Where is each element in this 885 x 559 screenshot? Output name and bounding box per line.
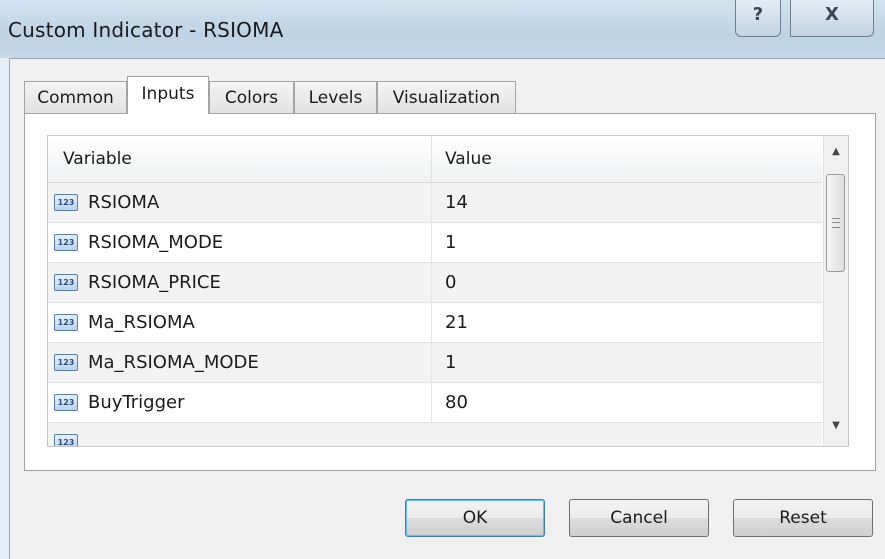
dialog-body: Common Inputs Colors Levels Visualizatio… xyxy=(9,58,885,559)
variable-name: Ma_RSIOMA xyxy=(88,312,195,333)
variable-name: RSIOMA_PRICE xyxy=(88,272,221,293)
close-button[interactable]: X xyxy=(790,0,874,37)
reset-button[interactable]: Reset xyxy=(733,499,873,537)
ok-button[interactable]: OK xyxy=(405,499,545,537)
input-row[interactable]: 123 RSIOMA_PRICE 0 xyxy=(48,263,822,303)
tab-label: Inputs xyxy=(141,84,195,104)
integer-type-icon: 123 xyxy=(54,234,78,251)
tab-label: Visualization xyxy=(392,88,501,108)
tab-colors[interactable]: Colors xyxy=(209,81,294,113)
column-divider[interactable] xyxy=(431,136,432,182)
tab-label: Levels xyxy=(308,88,363,108)
grip-icon xyxy=(832,218,840,228)
input-row[interactable]: 123 BuyTrigger 80 xyxy=(48,383,822,423)
input-row[interactable]: 123 Ma_RSIOMA_MODE 1 xyxy=(48,343,822,383)
cell-divider xyxy=(431,223,432,262)
column-header-variable[interactable]: Variable xyxy=(63,136,132,182)
scroll-down-icon[interactable]: ▼ xyxy=(824,414,848,438)
integer-type-icon: 123 xyxy=(54,354,78,371)
cell-divider xyxy=(431,383,432,422)
integer-type-icon: 123 xyxy=(54,394,78,411)
variable-name: BuyTrigger xyxy=(88,392,185,413)
window-title: Custom Indicator - RSIOMA xyxy=(8,18,284,42)
scroll-up-icon[interactable]: ▲ xyxy=(824,140,848,164)
help-icon: ? xyxy=(752,4,764,25)
vertical-scrollbar[interactable]: ▲ ▼ xyxy=(823,136,848,446)
variable-value[interactable]: 1 xyxy=(445,223,456,262)
variable-value[interactable]: 14 xyxy=(445,183,468,222)
variable-value[interactable]: 80 xyxy=(445,383,468,422)
cancel-button[interactable]: Cancel xyxy=(569,499,709,537)
list-header: Variable Value xyxy=(48,136,822,183)
help-button[interactable]: ? xyxy=(735,0,781,37)
input-row-partial[interactable]: 123 xyxy=(48,423,822,446)
integer-type-icon: 123 xyxy=(54,194,78,211)
inputs-list[interactable]: Variable Value 123 RSIOMA 14 123 RSIOMA_MODE… xyxy=(47,135,849,447)
cell-divider xyxy=(431,263,432,302)
input-row[interactable]: 123 Ma_RSIOMA 21 xyxy=(48,303,822,343)
inputs-tab-panel: Variable Value 123 RSIOMA 14 123 RSIOMA_MODE… xyxy=(24,113,876,471)
column-header-value[interactable]: Value xyxy=(445,136,492,182)
scrollbar-thumb[interactable] xyxy=(826,174,845,272)
variable-value[interactable]: 1 xyxy=(445,343,456,382)
variable-value[interactable]: 21 xyxy=(445,303,468,342)
tab-label: Common xyxy=(37,88,114,108)
cell-divider xyxy=(431,343,432,382)
tab-label: Colors xyxy=(224,88,279,108)
variable-name: RSIOMA xyxy=(88,192,160,213)
variable-name: RSIOMA_MODE xyxy=(88,232,224,253)
close-icon: X xyxy=(825,4,839,25)
integer-type-icon: 123 xyxy=(54,434,78,446)
tab-common[interactable]: Common xyxy=(24,81,127,113)
cell-divider xyxy=(431,183,432,222)
cell-divider xyxy=(431,303,432,342)
integer-type-icon: 123 xyxy=(54,274,78,291)
input-row[interactable]: 123 RSIOMA_MODE 1 xyxy=(48,223,822,263)
tab-inputs[interactable]: Inputs xyxy=(127,76,209,114)
tab-levels[interactable]: Levels xyxy=(294,81,377,113)
title-bar[interactable]: Custom Indicator - RSIOMA ? X xyxy=(0,0,885,58)
tab-visualization[interactable]: Visualization xyxy=(377,81,516,113)
input-row[interactable]: 123 RSIOMA 14 xyxy=(48,183,822,223)
integer-type-icon: 123 xyxy=(54,314,78,331)
variable-value[interactable]: 0 xyxy=(445,263,456,302)
variable-name: Ma_RSIOMA_MODE xyxy=(88,352,259,373)
